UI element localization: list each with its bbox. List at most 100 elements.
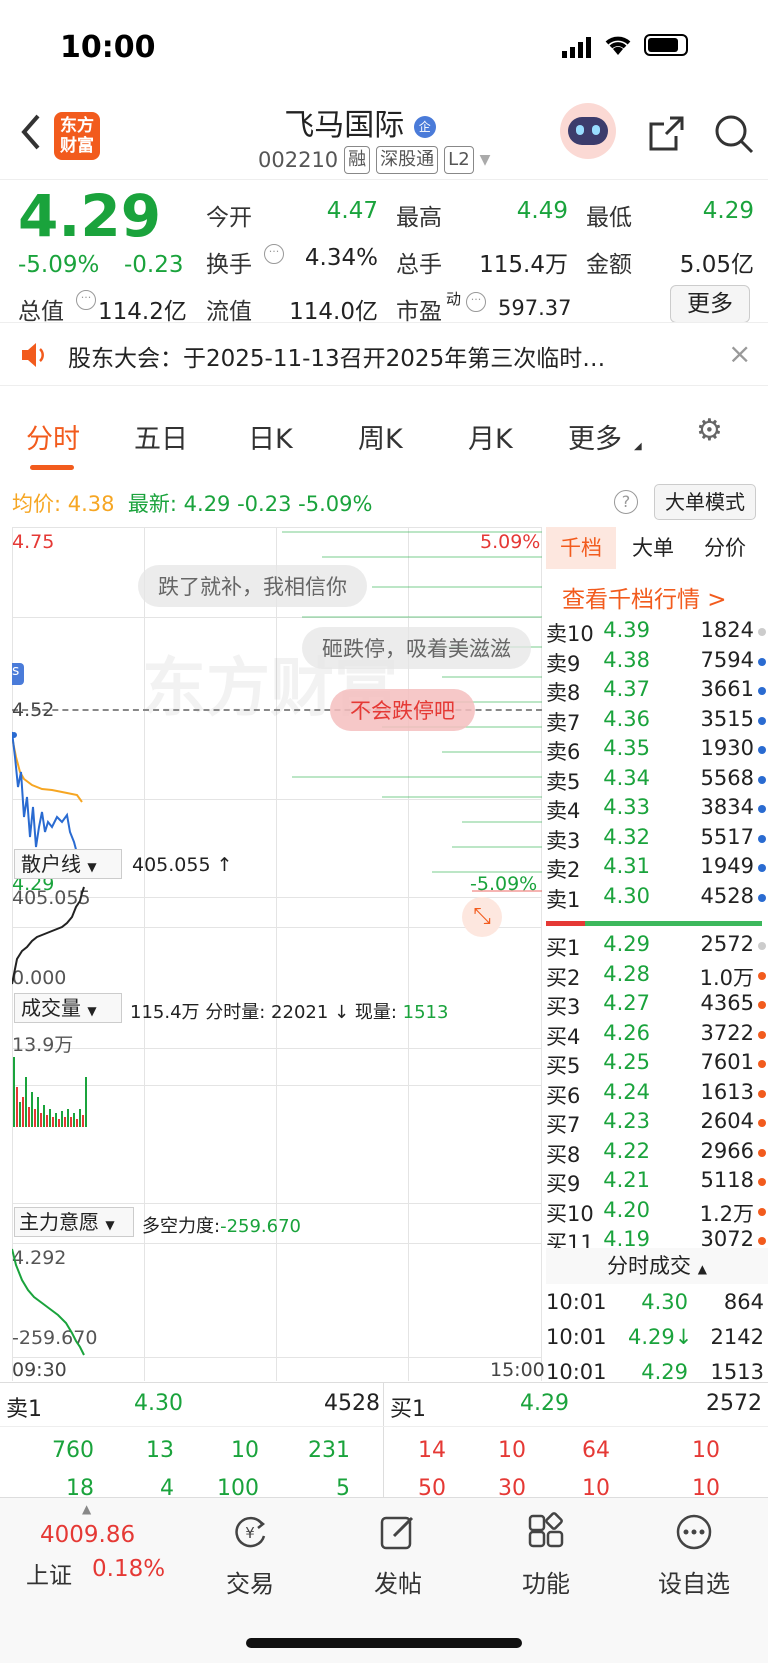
- retail-value: 405.055 ↑: [132, 854, 233, 876]
- bid-label: 买4: [546, 1024, 581, 1049]
- volume-label: 总手: [396, 252, 442, 278]
- trades-header[interactable]: 分时成交 ▲: [546, 1248, 768, 1284]
- main-force-dropdown[interactable]: 主力意愿 ▼: [14, 1207, 134, 1237]
- ask-row: 卖9 4.38 7594: [546, 648, 768, 676]
- nav-post[interactable]: 发帖: [338, 1512, 458, 1599]
- settings-gear-icon[interactable]: ⚙: [696, 413, 723, 448]
- bid-price: 4.26: [603, 1020, 650, 1045]
- stock-code-row[interactable]: 002210 融 深股通 L2 ▼: [258, 144, 490, 176]
- avg-label: 均价:: [12, 492, 62, 516]
- speaker-icon: [22, 343, 44, 367]
- comment-bubble[interactable]: 砸跌停，吸着美滋滋: [302, 627, 531, 669]
- bid-label: 买6: [546, 1083, 581, 1108]
- tab-big-order[interactable]: 大单: [632, 527, 674, 569]
- high-label: 最高: [396, 205, 442, 231]
- robot-avatar-icon[interactable]: [560, 103, 616, 159]
- search-icon[interactable]: [712, 112, 756, 156]
- tab-weekly[interactable]: 周K: [358, 417, 403, 456]
- index-value[interactable]: 4009.86: [40, 1522, 135, 1548]
- bid-price: 4.27: [603, 991, 650, 1015]
- dropdown-icon: ▼: [479, 152, 491, 168]
- close-icon[interactable]: ×: [728, 337, 751, 370]
- nav-trade[interactable]: ¥ 交易: [190, 1512, 310, 1599]
- bid-label: 买2: [546, 965, 581, 990]
- bid-vol: 2966: [700, 1138, 754, 1163]
- bid-row: 买2 4.28 1.0万: [546, 962, 768, 990]
- nav-watchlist-label: 设自选: [658, 1570, 730, 1598]
- spread-bar: [546, 921, 762, 926]
- stock-code: 002210: [258, 148, 339, 172]
- battery-icon: [644, 34, 688, 56]
- volume-dropdown[interactable]: 成交量 ▼: [14, 993, 122, 1023]
- bid-label: 买10: [546, 1201, 594, 1226]
- float-value: 114.0亿: [289, 299, 378, 325]
- tab-monthly[interactable]: 月K: [468, 417, 513, 456]
- tag-connect: 深股通: [376, 146, 439, 174]
- qiandang-link[interactable]: 查看千档行情 >: [562, 580, 727, 614]
- index-name[interactable]: 上证: [26, 1556, 72, 1590]
- ask-row: 卖8 4.37 3661: [546, 677, 768, 705]
- level-dot: [758, 1148, 766, 1157]
- period-tabs: 分时 五日 日K 周K 月K 更多 ◢ ⚙: [0, 395, 768, 475]
- change-pct: -5.09%: [18, 252, 100, 278]
- help-icon[interactable]: ?: [614, 490, 638, 514]
- chart-top-pct: 5.09%: [480, 531, 541, 553]
- bid-label: 买5: [546, 1054, 581, 1078]
- trade-vol: 2142: [710, 1325, 764, 1349]
- level-dot: [758, 716, 766, 725]
- chart-bottom-pct: -5.09%: [470, 873, 538, 895]
- intraday-chart[interactable]: 东方财富 4.75 4.52 4.29 5.09% -5.09% s 跌了就补，…: [12, 527, 545, 1381]
- ask-row: 卖7 4.36 3515: [546, 707, 768, 735]
- level-dot: [758, 746, 766, 754]
- low-value: 4.29: [702, 198, 754, 224]
- volume-bars: [13, 1057, 87, 1127]
- info-icon[interactable]: ···: [76, 290, 96, 310]
- l1-bid-label: 买1: [390, 1397, 426, 1422]
- nav-watchlist[interactable]: 设自选: [634, 1512, 754, 1599]
- tab-price-dist[interactable]: 分价: [704, 527, 746, 569]
- ask-label: 卖7: [546, 710, 581, 735]
- info-icon[interactable]: ···: [466, 292, 486, 312]
- tab-qiandang[interactable]: 千档: [546, 527, 616, 569]
- signal-icon: [562, 36, 591, 58]
- change-value: -0.23: [124, 252, 184, 278]
- big-order-mode-button[interactable]: 大单模式: [654, 484, 756, 520]
- share-icon[interactable]: [646, 114, 686, 154]
- bid-vol: 2604: [700, 1109, 754, 1133]
- trade-vol: 864: [723, 1290, 764, 1314]
- bid-price: 4.23: [603, 1109, 650, 1133]
- notice-text: 股东大会：于2025-11-13召开2025年第三次临时…: [68, 346, 606, 372]
- main-force-info: 多空力度:-259.670: [142, 1212, 301, 1238]
- level-dot: [758, 1119, 766, 1127]
- dropdown-icon: ▼: [105, 1218, 115, 1232]
- ask-price: 4.37: [603, 677, 650, 701]
- level-dot: [758, 1089, 766, 1098]
- more-button[interactable]: 更多: [670, 285, 750, 323]
- back-icon[interactable]: [18, 112, 44, 152]
- nav-function[interactable]: 功能: [486, 1512, 606, 1599]
- retail-dropdown[interactable]: 散户线 ▼: [14, 849, 122, 879]
- tab-5day[interactable]: 五日: [134, 417, 188, 456]
- tab-intraday[interactable]: 分时: [26, 417, 80, 456]
- notice-bar[interactable]: 股东大会：于2025-11-13召开2025年第三次临时… ×: [0, 322, 768, 386]
- latest-label: 最新:: [127, 492, 177, 516]
- bid-label: 买1: [546, 936, 581, 960]
- ask-row: 卖1 4.30 4528: [546, 884, 768, 912]
- level-dot: [758, 1178, 766, 1186]
- comment-bubble[interactable]: 跌了就补，我相信你: [138, 565, 367, 607]
- collapse-icon: ▲: [697, 1262, 707, 1276]
- expand-icon[interactable]: ⤡: [462, 897, 502, 937]
- comment-bubble-highlight[interactable]: 不会跌停吧: [330, 689, 475, 731]
- pe-label: 市盈: [396, 299, 442, 325]
- info-icon[interactable]: ···: [264, 244, 284, 264]
- edit-icon: [380, 1516, 414, 1550]
- l1-bid-price: 4.29: [520, 1391, 569, 1416]
- index-pct[interactable]: 0.18%: [92, 1556, 165, 1582]
- app-logo: 东方财富: [54, 112, 100, 160]
- grid-icon: [528, 1512, 564, 1548]
- tab-daily[interactable]: 日K: [248, 417, 293, 456]
- tab-more[interactable]: 更多: [568, 417, 622, 456]
- bid-vol: 3722: [700, 1020, 754, 1045]
- bid-row: 买10 4.20 1.2万: [546, 1198, 768, 1226]
- level-dot: [758, 775, 766, 784]
